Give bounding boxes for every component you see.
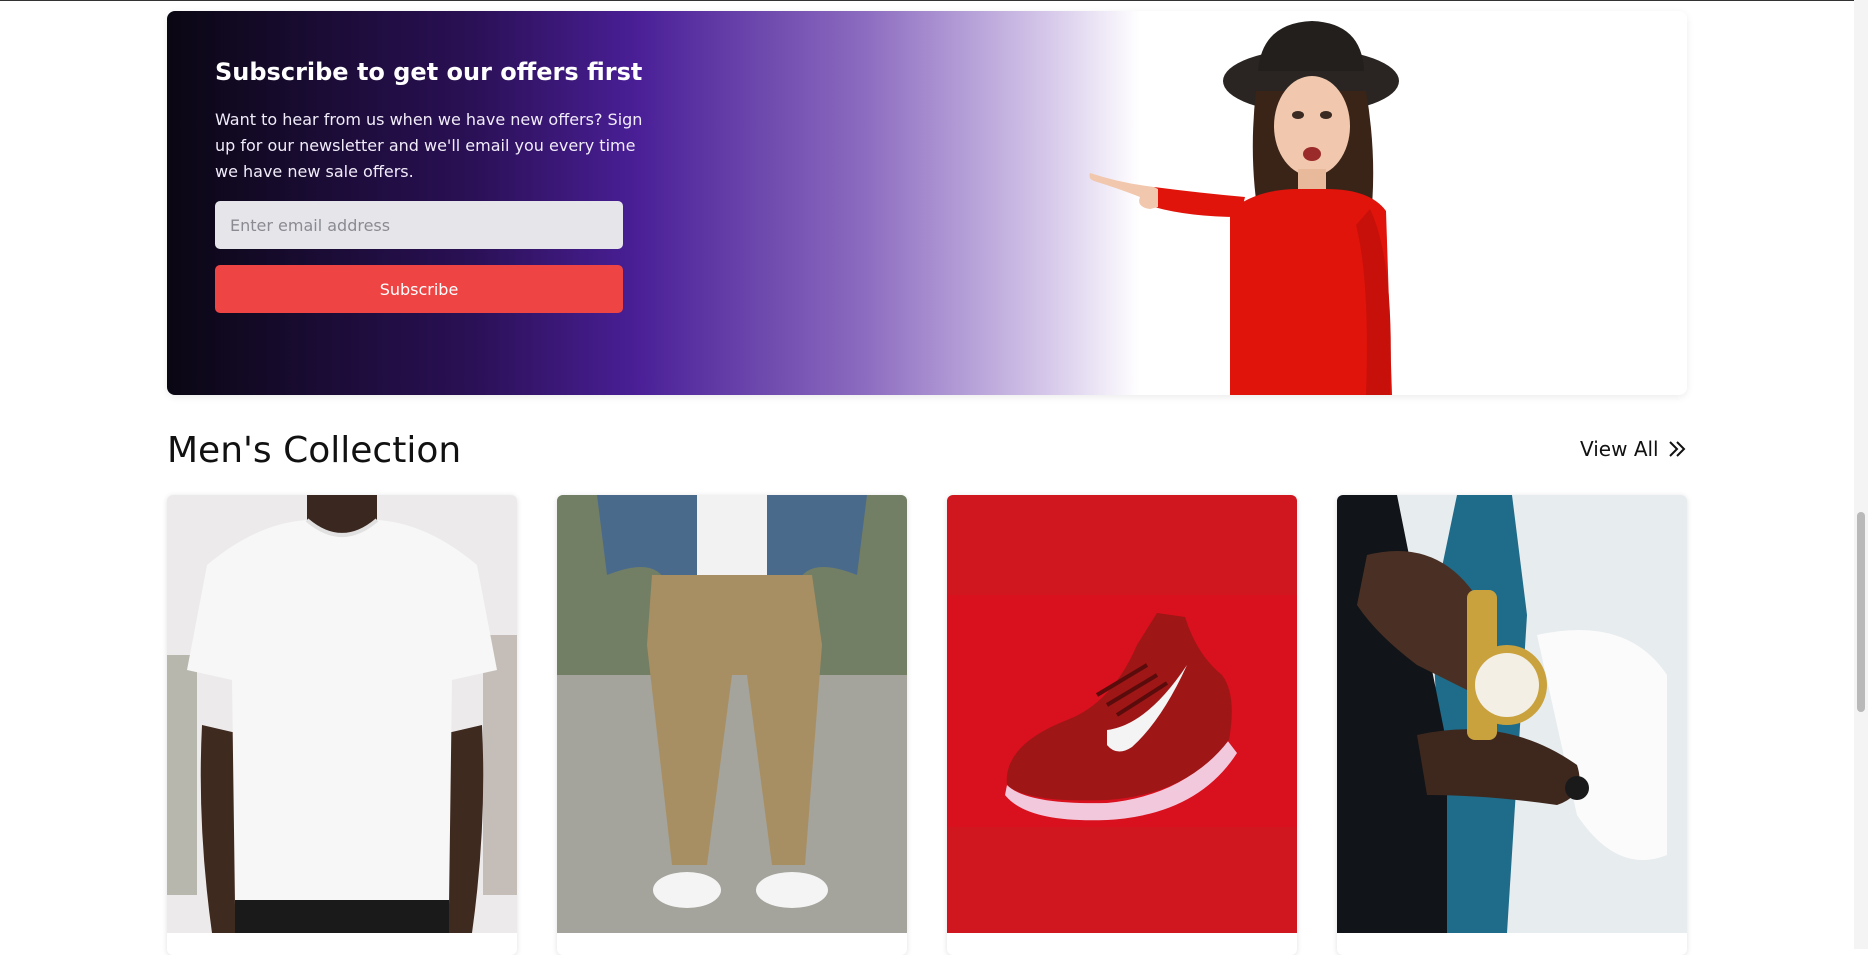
subscribe-description: Want to hear from us when we have new of…: [215, 110, 643, 181]
product-image-khaki-pants: [557, 495, 907, 933]
promo-model-image: [1089, 21, 1399, 395]
product-card[interactable]: [557, 495, 907, 955]
view-all-label: View All: [1580, 437, 1659, 461]
vertical-scrollbar[interactable]: [1854, 0, 1868, 949]
subscribe-banner: Subscribe to get our offers first Want t…: [167, 11, 1687, 395]
product-image-red-sneaker: [947, 495, 1297, 933]
section-title: Men's Collection: [167, 430, 462, 471]
top-border: [0, 0, 1868, 1]
product-card[interactable]: [1337, 495, 1687, 955]
subscribe-button[interactable]: Subscribe: [215, 265, 623, 313]
view-all-link[interactable]: View All: [1580, 434, 1687, 464]
double-chevron-right-icon: [1668, 441, 1686, 457]
product-image-gold-watch: [1337, 495, 1687, 933]
subscribe-title: Subscribe to get our offers first: [215, 58, 643, 86]
product-card[interactable]: [947, 495, 1297, 955]
scrollbar-thumb[interactable]: [1857, 512, 1865, 712]
email-input[interactable]: [215, 201, 623, 249]
product-card[interactable]: [167, 495, 517, 955]
product-image-white-tshirt: [167, 495, 517, 933]
